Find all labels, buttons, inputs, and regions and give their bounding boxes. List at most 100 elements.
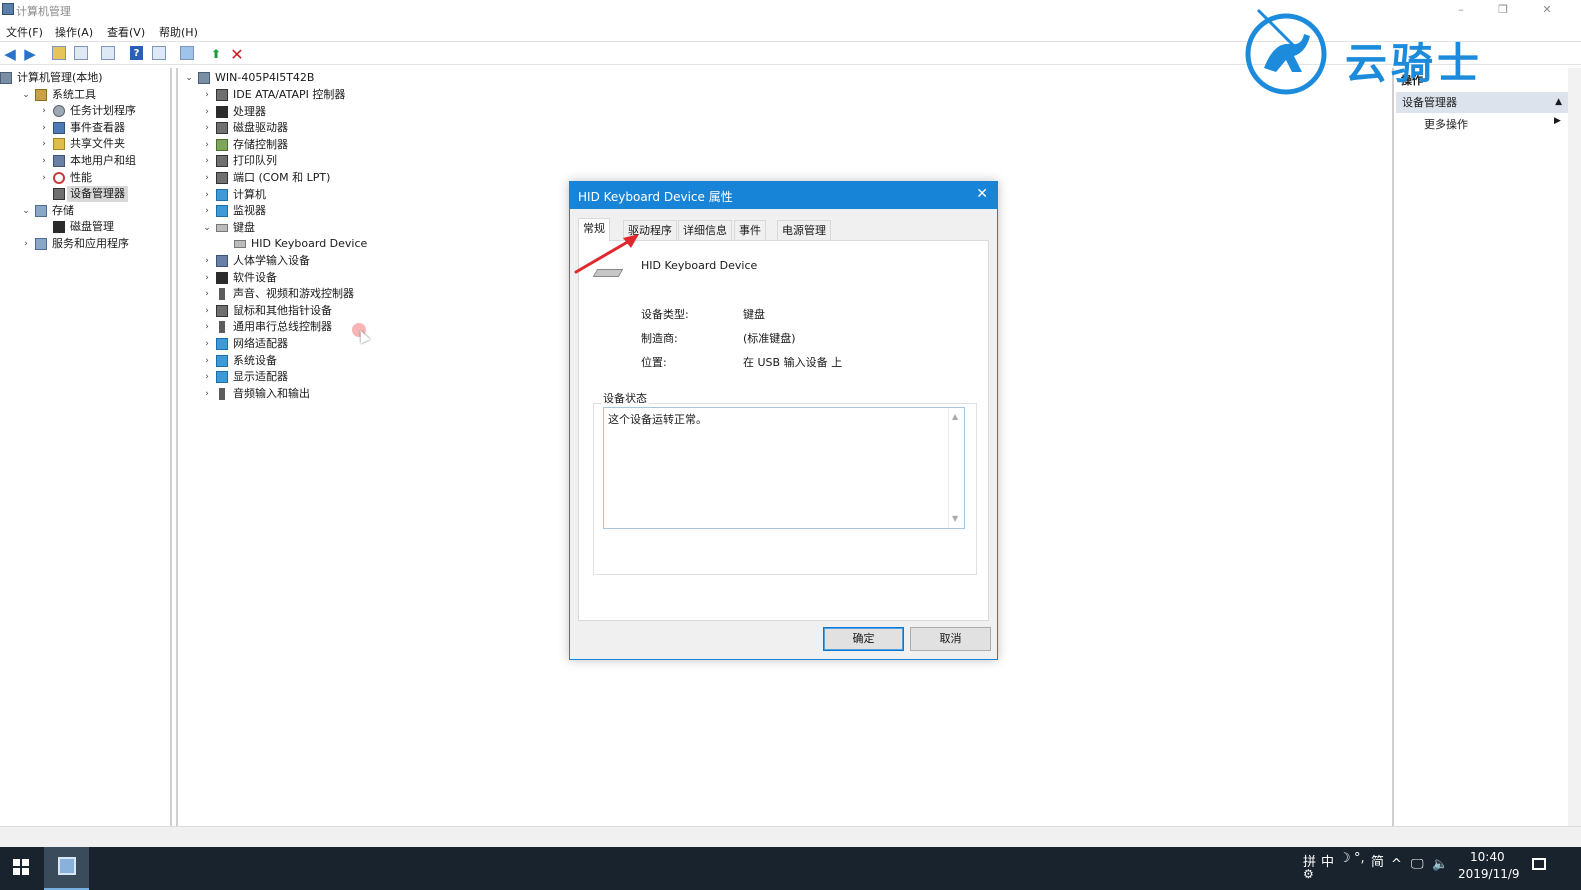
keyboard-device-icon bbox=[234, 240, 246, 249]
network-icon[interactable]: 🖵 bbox=[1411, 857, 1424, 872]
clock-date[interactable]: 2019/11/9 bbox=[1458, 867, 1520, 881]
chevron-down-icon[interactable]: ⌄ bbox=[21, 87, 31, 103]
chevron-right-icon[interactable]: › bbox=[202, 153, 212, 169]
chevron-down-icon[interactable]: ⌄ bbox=[21, 203, 31, 219]
update-driver-icon[interactable]: ⬆ bbox=[208, 46, 224, 62]
chevron-right-icon[interactable]: › bbox=[202, 187, 212, 203]
tab-events[interactable]: 事件 bbox=[734, 220, 766, 240]
menu-view[interactable]: 查看(V) bbox=[107, 24, 145, 40]
clock-time[interactable]: 10:40 bbox=[1470, 850, 1505, 864]
device-label: 存储控制器 bbox=[233, 137, 288, 151]
taskbar-computer-management[interactable] bbox=[44, 847, 89, 890]
ime-simplified[interactable]: 简 bbox=[1371, 851, 1384, 870]
hid-icon bbox=[216, 255, 228, 267]
tab-power-management[interactable]: 电源管理 bbox=[777, 220, 831, 240]
more-actions-link[interactable]: 更多操作 bbox=[1424, 116, 1468, 132]
scrollbar[interactable] bbox=[1568, 68, 1581, 826]
chevron-right-icon[interactable]: › bbox=[202, 120, 212, 136]
chevron-right-icon[interactable]: › bbox=[202, 386, 212, 402]
tab-general[interactable]: 常规 bbox=[578, 218, 610, 241]
chevron-right-icon[interactable]: › bbox=[39, 153, 49, 169]
storage-controller-icon bbox=[216, 138, 228, 151]
chevron-right-icon[interactable]: › bbox=[39, 170, 49, 186]
menu-file[interactable]: 文件(F) bbox=[6, 24, 43, 40]
device-type-label: 设备类型: bbox=[641, 308, 689, 321]
chevron-right-icon[interactable]: › bbox=[202, 137, 212, 153]
nav-item-label: 性能 bbox=[70, 170, 92, 184]
uninstall-icon[interactable]: ✕ bbox=[229, 45, 245, 64]
forward-arrow-icon[interactable]: ▶ bbox=[22, 45, 38, 63]
manufacturer-value: (标准键盘) bbox=[743, 332, 796, 345]
display-adapter-icon bbox=[216, 371, 228, 384]
chevron-down-icon[interactable]: ⌄ bbox=[184, 70, 194, 86]
up-folder-icon[interactable] bbox=[52, 46, 66, 60]
ime-chinese[interactable]: 中 bbox=[1321, 851, 1334, 870]
collapse-up-icon[interactable]: ▲ bbox=[1555, 92, 1562, 113]
notification-icon[interactable] bbox=[1532, 858, 1546, 870]
device-label: 处理器 bbox=[233, 104, 266, 118]
scroll-up-icon[interactable]: ▲ bbox=[952, 412, 958, 421]
computer-management-icon bbox=[58, 857, 76, 875]
ok-button[interactable]: 确定 bbox=[823, 627, 904, 651]
help-icon[interactable]: ? bbox=[130, 46, 143, 60]
monitor-icon bbox=[216, 205, 228, 218]
chevron-right-icon[interactable]: › bbox=[202, 270, 212, 286]
ime-half-width[interactable]: ☽ bbox=[1339, 851, 1351, 866]
volume-icon[interactable]: 🔈 bbox=[1432, 857, 1448, 872]
chevron-right-icon[interactable]: › bbox=[202, 170, 212, 186]
software-device-icon bbox=[216, 271, 228, 284]
chevron-right-icon[interactable]: › bbox=[202, 286, 212, 302]
task-scheduler-icon bbox=[53, 105, 65, 118]
nav-item-label: 事件查看器 bbox=[70, 120, 125, 134]
computer-icon bbox=[198, 72, 210, 84]
chevron-right-icon[interactable]: › bbox=[202, 303, 212, 319]
device-status-label: 设备状态 bbox=[601, 390, 649, 406]
taskbar: 拼 中 ☽ °, 简 ⚙ ^ 🖵 🔈 10:40 2019/11/9 bbox=[0, 847, 1581, 890]
device-label: 磁盘驱动器 bbox=[233, 121, 288, 135]
device-label: 端口 (COM 和 LPT) bbox=[233, 171, 331, 184]
device-label: 监视器 bbox=[233, 204, 266, 218]
tray-expand-icon[interactable]: ^ bbox=[1391, 857, 1402, 872]
submenu-arrow-icon[interactable]: ▶ bbox=[1554, 116, 1561, 126]
device-label: 打印队列 bbox=[233, 154, 277, 168]
device-label: 系统设备 bbox=[233, 353, 277, 367]
chevron-right-icon[interactable]: › bbox=[202, 336, 212, 352]
action-pane-icon[interactable] bbox=[152, 46, 166, 60]
device-label: 鼠标和其他指针设备 bbox=[233, 303, 332, 317]
keyboard-icon bbox=[216, 223, 228, 232]
back-arrow-icon[interactable]: ◀ bbox=[2, 45, 18, 63]
chevron-right-icon[interactable]: › bbox=[202, 319, 212, 335]
status-scrollbar[interactable]: ▲ ▼ bbox=[948, 408, 964, 528]
device-type-value: 键盘 bbox=[743, 308, 765, 321]
menu-action[interactable]: 操作(A) bbox=[55, 24, 93, 40]
scroll-down-icon[interactable]: ▼ bbox=[952, 514, 958, 523]
device-label: 键盘 bbox=[233, 220, 255, 234]
chevron-right-icon[interactable]: › bbox=[39, 120, 49, 136]
dialog-close-button[interactable]: ✕ bbox=[976, 186, 988, 202]
general-tab-panel: HID Keyboard Device 设备类型: 键盘 制造商: (标准键盘)… bbox=[578, 240, 989, 621]
device-label: 人体学输入设备 bbox=[233, 254, 310, 267]
chevron-right-icon[interactable]: › bbox=[39, 136, 49, 152]
location-value: 在 USB 输入设备 上 bbox=[743, 356, 843, 369]
chevron-right-icon[interactable]: › bbox=[202, 253, 212, 269]
navigation-tree: 计算机管理(本地) ⌄ 系统工具 › 任务计划程序 › 事件查看器 › 共享文件夹 › 本地用户和组… bbox=[0, 68, 172, 826]
tab-details[interactable]: 详细信息 bbox=[678, 220, 732, 240]
properties-icon[interactable] bbox=[101, 46, 115, 60]
chevron-right-icon[interactable]: › bbox=[202, 369, 212, 385]
system-tools-icon bbox=[35, 88, 47, 101]
cancel-button[interactable]: 取消 bbox=[910, 627, 991, 651]
menu-help[interactable]: 帮助(H) bbox=[159, 24, 198, 40]
windows-start-icon[interactable] bbox=[13, 859, 29, 875]
ime-punctuation[interactable]: °, bbox=[1354, 851, 1365, 866]
chevron-right-icon[interactable]: › bbox=[202, 104, 212, 120]
chevron-right-icon[interactable]: › bbox=[202, 203, 212, 219]
chevron-right-icon[interactable]: › bbox=[39, 103, 49, 119]
scan-hardware-icon[interactable] bbox=[180, 46, 194, 60]
chevron-right-icon[interactable]: › bbox=[202, 353, 212, 369]
ime-settings-icon[interactable]: ⚙ bbox=[1303, 867, 1314, 881]
chevron-right-icon[interactable]: › bbox=[21, 236, 31, 252]
device-status-textbox[interactable]: 这个设备运转正常。 ▲ ▼ bbox=[603, 407, 965, 529]
chevron-down-icon[interactable]: ⌄ bbox=[202, 220, 212, 236]
show-hide-tree-icon[interactable] bbox=[74, 46, 88, 60]
chevron-right-icon[interactable]: › bbox=[202, 87, 212, 103]
